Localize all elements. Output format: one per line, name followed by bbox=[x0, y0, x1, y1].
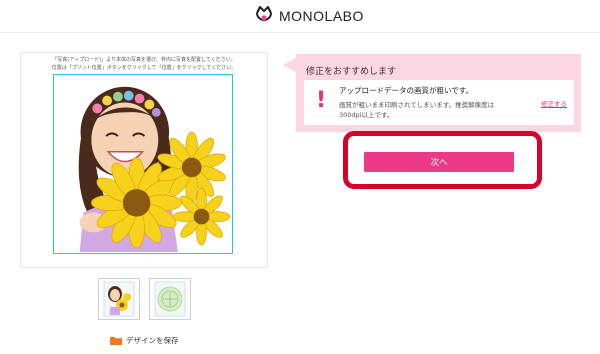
thumbnail-front-photo bbox=[103, 281, 135, 317]
warning-description-line-1: 画質が粗いまま印刷されてしまいます。推奨解像度は bbox=[339, 101, 495, 109]
instruction-line-1: 「写真(アップロード)」より本体の写真を選び、枠内に写真を配置してください。 bbox=[52, 57, 236, 63]
next-button[interactable]: 次へ bbox=[364, 152, 514, 172]
photo-girl-with-sunflowers[interactable] bbox=[54, 75, 231, 252]
recommendation-title: 修正をおすすめします bbox=[306, 67, 397, 77]
callout-notch bbox=[283, 58, 296, 72]
brand-name[interactable]: MONOLABO bbox=[279, 8, 364, 24]
save-design-label: デザインを保存 bbox=[126, 335, 179, 345]
folder-icon bbox=[110, 336, 122, 345]
thumbnail-back-design bbox=[154, 281, 186, 317]
fix-link[interactable]: 修正する bbox=[541, 98, 567, 108]
instruction-line-2: 位置は「プリント位置」ボタンをクリックして「位置」をクリックしてください。 bbox=[51, 65, 237, 71]
warning-title: アップロードデータの画質が粗いです。 bbox=[339, 86, 474, 95]
photo-print-area[interactable] bbox=[53, 74, 233, 254]
exclamation-icon: ! bbox=[316, 88, 327, 113]
save-design-link[interactable]: デザインを保存 bbox=[110, 333, 179, 347]
warning-description-line-2: 300dpi以上です。 bbox=[339, 111, 394, 119]
monolabo-logo-icon[interactable] bbox=[254, 4, 274, 24]
thumbnail-front[interactable] bbox=[98, 278, 140, 320]
thumbnail-back[interactable] bbox=[149, 278, 191, 320]
